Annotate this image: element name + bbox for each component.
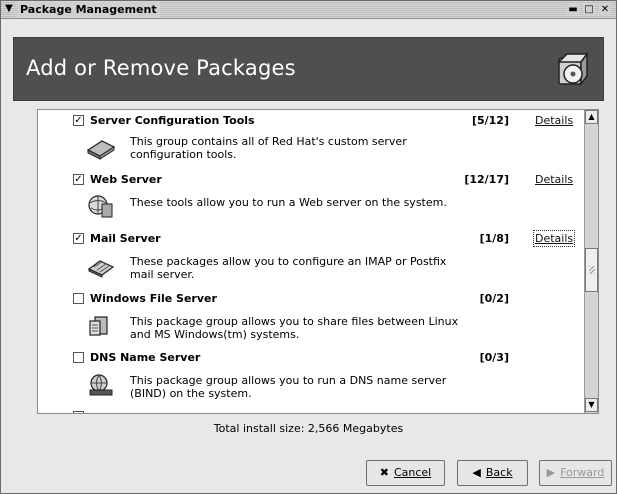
back-button[interactable]: ◀ Back [457,460,528,486]
group-name: Windows File Server [90,292,217,305]
back-arrow-icon: ◀ [472,466,481,479]
cancel-icon: ✖ [379,466,389,479]
group-checkbox[interactable]: ✓ [73,233,84,244]
group-count: [1/8] [479,232,509,245]
page-title: Add or Remove Packages [26,56,296,80]
list-item [38,408,583,413]
maximize-icon[interactable]: □ [583,4,595,16]
group-checkbox[interactable] [73,411,84,413]
mail-server-icon [87,260,115,278]
forward-arrow-icon: ▶ [546,466,556,479]
group-count: [12/17] [464,173,509,186]
list-item: Windows File Server [0/2] [38,290,583,308]
group-name: Web Server [90,173,162,186]
list-item: DNS Name Server [0/3] [38,349,583,367]
dns-server-icon [89,374,113,396]
windows-file-server-icon [89,316,108,336]
close-icon[interactable]: ✕ [599,4,611,16]
group-count: [5/12] [471,114,509,127]
cancel-button[interactable]: ✖ Cancel [366,460,445,486]
group-name: DNS Name Server [90,351,201,364]
group-description: This package group allows you to share f… [130,315,459,341]
header-banner: Add or Remove Packages [13,37,604,101]
server-config-icon [86,140,116,160]
details-link[interactable]: Details [534,172,574,187]
group-count: [0/3] [479,351,509,364]
package-management-window: ▼ Package Management ▬ □ ✕ Add or Remove… [0,0,617,494]
vertical-scrollbar[interactable]: ▲ ▼ [584,110,598,413]
scrollbar-thumb[interactable] [585,248,598,292]
details-link[interactable]: Details [534,113,574,128]
web-server-icon [88,195,113,218]
total-install-size: Total install size: 2,566 Megabytes [213,422,404,435]
group-name: Mail Server [90,232,161,245]
scroll-up-icon[interactable]: ▲ [585,110,598,124]
details-link[interactable]: Details [532,230,576,247]
package-install-icon [557,51,589,87]
list-item: ✓ Server Configuration Tools [5/12] Deta… [38,112,583,130]
list-item: ✓ Web Server [12/17] Details [38,171,583,189]
window-title: Package Management [17,2,160,17]
group-checkbox[interactable] [73,293,84,304]
list-item: ✓ Mail Server [1/8] Details [38,230,583,248]
scroll-down-icon[interactable]: ▼ [585,398,598,412]
group-name: Server Configuration Tools [90,114,255,127]
package-group-list[interactable]: ✓ Server Configuration Tools [5/12] Deta… [37,109,599,414]
minimize-icon[interactable]: ▬ [567,4,579,16]
group-checkbox[interactable] [73,352,84,363]
group-description: This group contains all of Red Hat's cus… [130,135,407,161]
window-menu-icon[interactable]: ▼ [3,3,15,15]
group-checkbox[interactable]: ✓ [73,115,84,126]
group-description: These tools allow you to run a Web serve… [130,196,447,209]
forward-button[interactable]: ▶ Forward [539,460,612,486]
group-description: These packages allow you to configure an… [130,255,447,281]
group-description: This package group allows you to run a D… [130,374,447,400]
title-bar[interactable]: ▼ Package Management ▬ □ ✕ [1,1,616,19]
group-count: [0/2] [479,292,509,305]
group-checkbox[interactable]: ✓ [73,174,84,185]
